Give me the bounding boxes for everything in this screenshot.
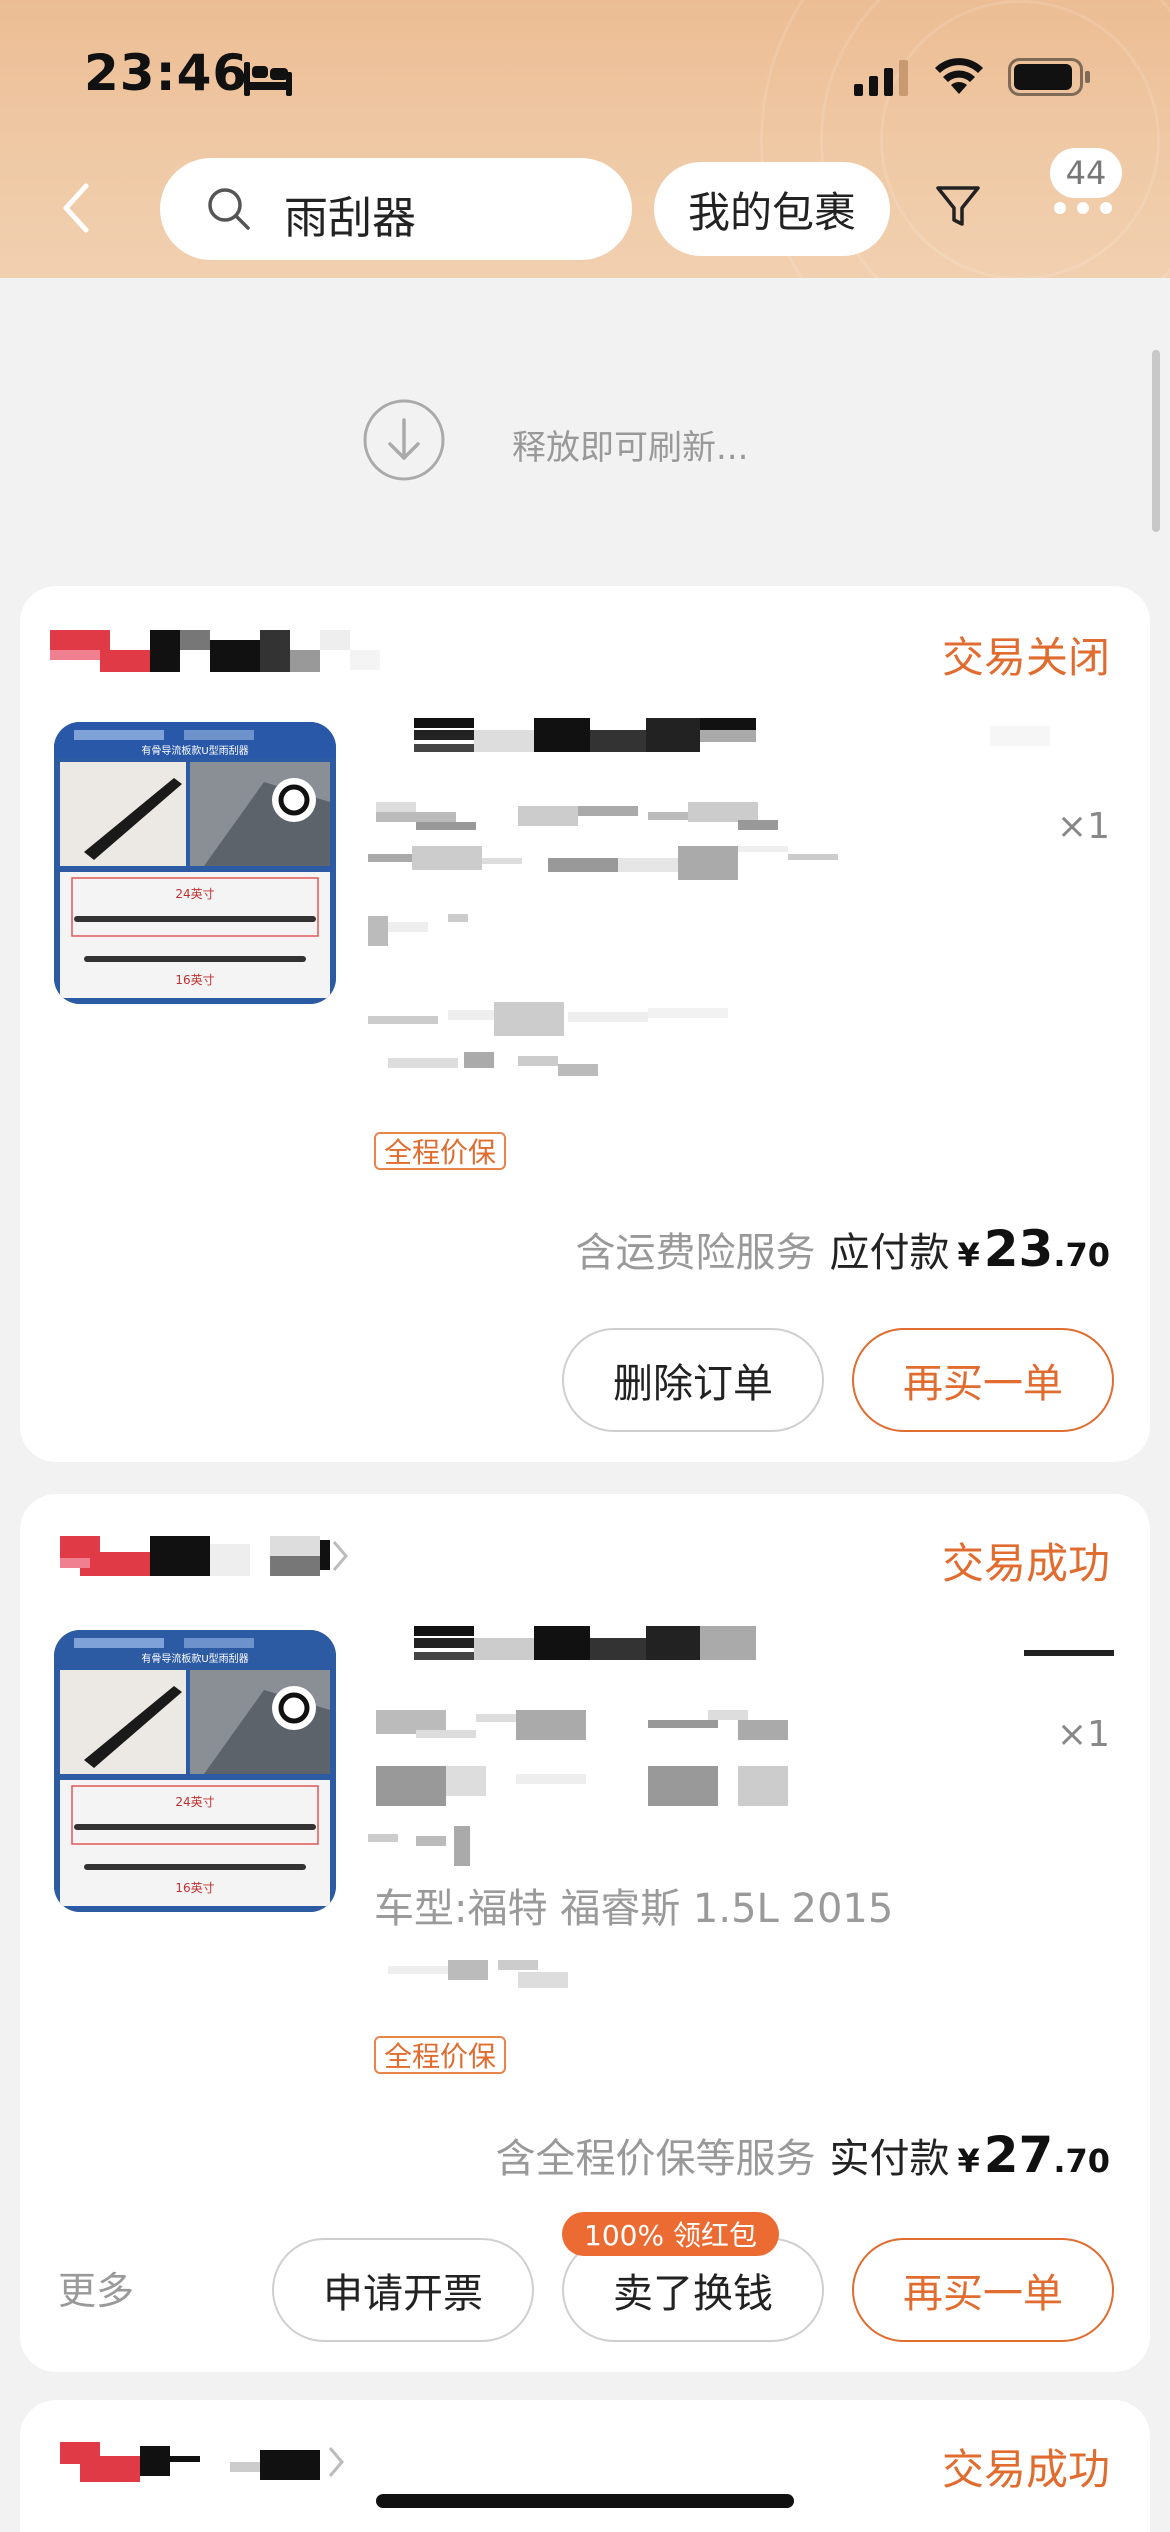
sleep-focus-icon [244, 62, 292, 96]
price-label: 实付款 [829, 2136, 950, 2182]
search-icon [208, 188, 250, 230]
my-parcels-button[interactable]: 我的包裹 [654, 162, 890, 256]
cellular-signal-icon [854, 60, 908, 96]
more-actions-link[interactable]: 更多 [58, 2260, 134, 2315]
price-summary: 含全程价保等服务 实付款 ¥ 27 .70 [495, 2126, 1110, 2186]
product-image[interactable]: 有骨导流板款U型雨刮器 24英寸 16英寸 [54, 1630, 336, 1912]
order-card[interactable]: 交易成功 [20, 2400, 1150, 2532]
back-button[interactable] [56, 180, 96, 236]
price-integer: 23 [983, 1220, 1054, 1278]
top-header: 23:46 雨刮器 我的包裹 44 [0, 0, 1170, 278]
product-spec-redacted [368, 802, 838, 1076]
currency-symbol: ¥ [957, 2142, 980, 2180]
price-protection-tag: 全程价保 [374, 2036, 507, 2074]
product-title-redacted [414, 718, 1050, 752]
banner-text: 有骨导流板款U型雨刮器 [141, 744, 248, 757]
request-invoice-button[interactable]: 申请开票 [272, 2238, 534, 2342]
order-status: 交易成功 [941, 1539, 1110, 1588]
order-status: 交易关闭 [941, 633, 1110, 682]
shop-name-redacted [50, 630, 380, 672]
size-label-24: 24英寸 [175, 887, 214, 901]
buy-again-button[interactable]: 再买一单 [852, 1328, 1114, 1432]
more-options-icon[interactable] [1052, 200, 1114, 216]
delete-order-button[interactable]: 删除订单 [562, 1328, 824, 1432]
refresh-hint: 释放即可刷新... [512, 428, 749, 468]
price-protection-tag: 全程价保 [374, 1132, 507, 1170]
scrollbar[interactable] [1152, 350, 1160, 532]
product-image[interactable]: 有骨导流板款U型雨刮器 24英寸 16英寸 [54, 722, 336, 1004]
battery-icon [1008, 58, 1090, 96]
price-label: 应付款 [829, 1230, 950, 1276]
size-label-16: 16英寸 [175, 973, 214, 987]
price-decimal: .70 [1053, 1236, 1110, 1274]
quantity: ×1 [1056, 1714, 1110, 1755]
shop-name-redacted [60, 1536, 348, 1576]
order-card[interactable]: 交易成功 有骨导流板款U型雨刮器 24英寸 16英寸 ×1 车型:福特 福睿斯 … [20, 1494, 1150, 2372]
price-integer: 27 [983, 2126, 1054, 2184]
pull-refresh-icon [363, 399, 445, 481]
product-extra-redacted [388, 1960, 568, 1988]
wifi-icon [935, 58, 983, 94]
service-note: 含全程价保等服务 [495, 2136, 816, 2182]
product-spec-redacted [368, 1710, 788, 1866]
car-model: 车型:福特 福睿斯 1.5L 2015 [374, 1886, 894, 1932]
shop-name-redacted [60, 2442, 344, 2482]
product-title-redacted [414, 1626, 1114, 1660]
filter-icon[interactable] [934, 182, 982, 230]
size-label-16: 16英寸 [175, 1881, 214, 1895]
red-packet-badge: 100% 领红包 [562, 2212, 779, 2256]
buy-again-button[interactable]: 再买一单 [852, 2238, 1114, 2342]
search-value: 雨刮器 [284, 193, 416, 244]
size-label-24: 24英寸 [175, 1795, 214, 1809]
banner-text: 有骨导流板款U型雨刮器 [141, 1652, 248, 1665]
quantity: ×1 [1056, 806, 1110, 847]
currency-symbol: ¥ [957, 1236, 980, 1274]
home-indicator[interactable] [376, 2494, 794, 2508]
order-status: 交易成功 [941, 2445, 1110, 2494]
status-time: 23:46 [84, 44, 249, 102]
header-decoration [880, 0, 1160, 278]
search-input[interactable]: 雨刮器 [160, 158, 632, 260]
service-note: 含运费险服务 [575, 1230, 816, 1276]
message-count-badge: 44 [1050, 148, 1122, 198]
price-decimal: .70 [1053, 2142, 1110, 2180]
order-card[interactable]: 交易关闭 有骨导流板款U型雨刮器 24英寸 16英寸 ×1 全程价保 含运费险服… [20, 586, 1150, 1462]
price-summary: 含运费险服务 应付款 ¥ 23 .70 [575, 1220, 1110, 1280]
